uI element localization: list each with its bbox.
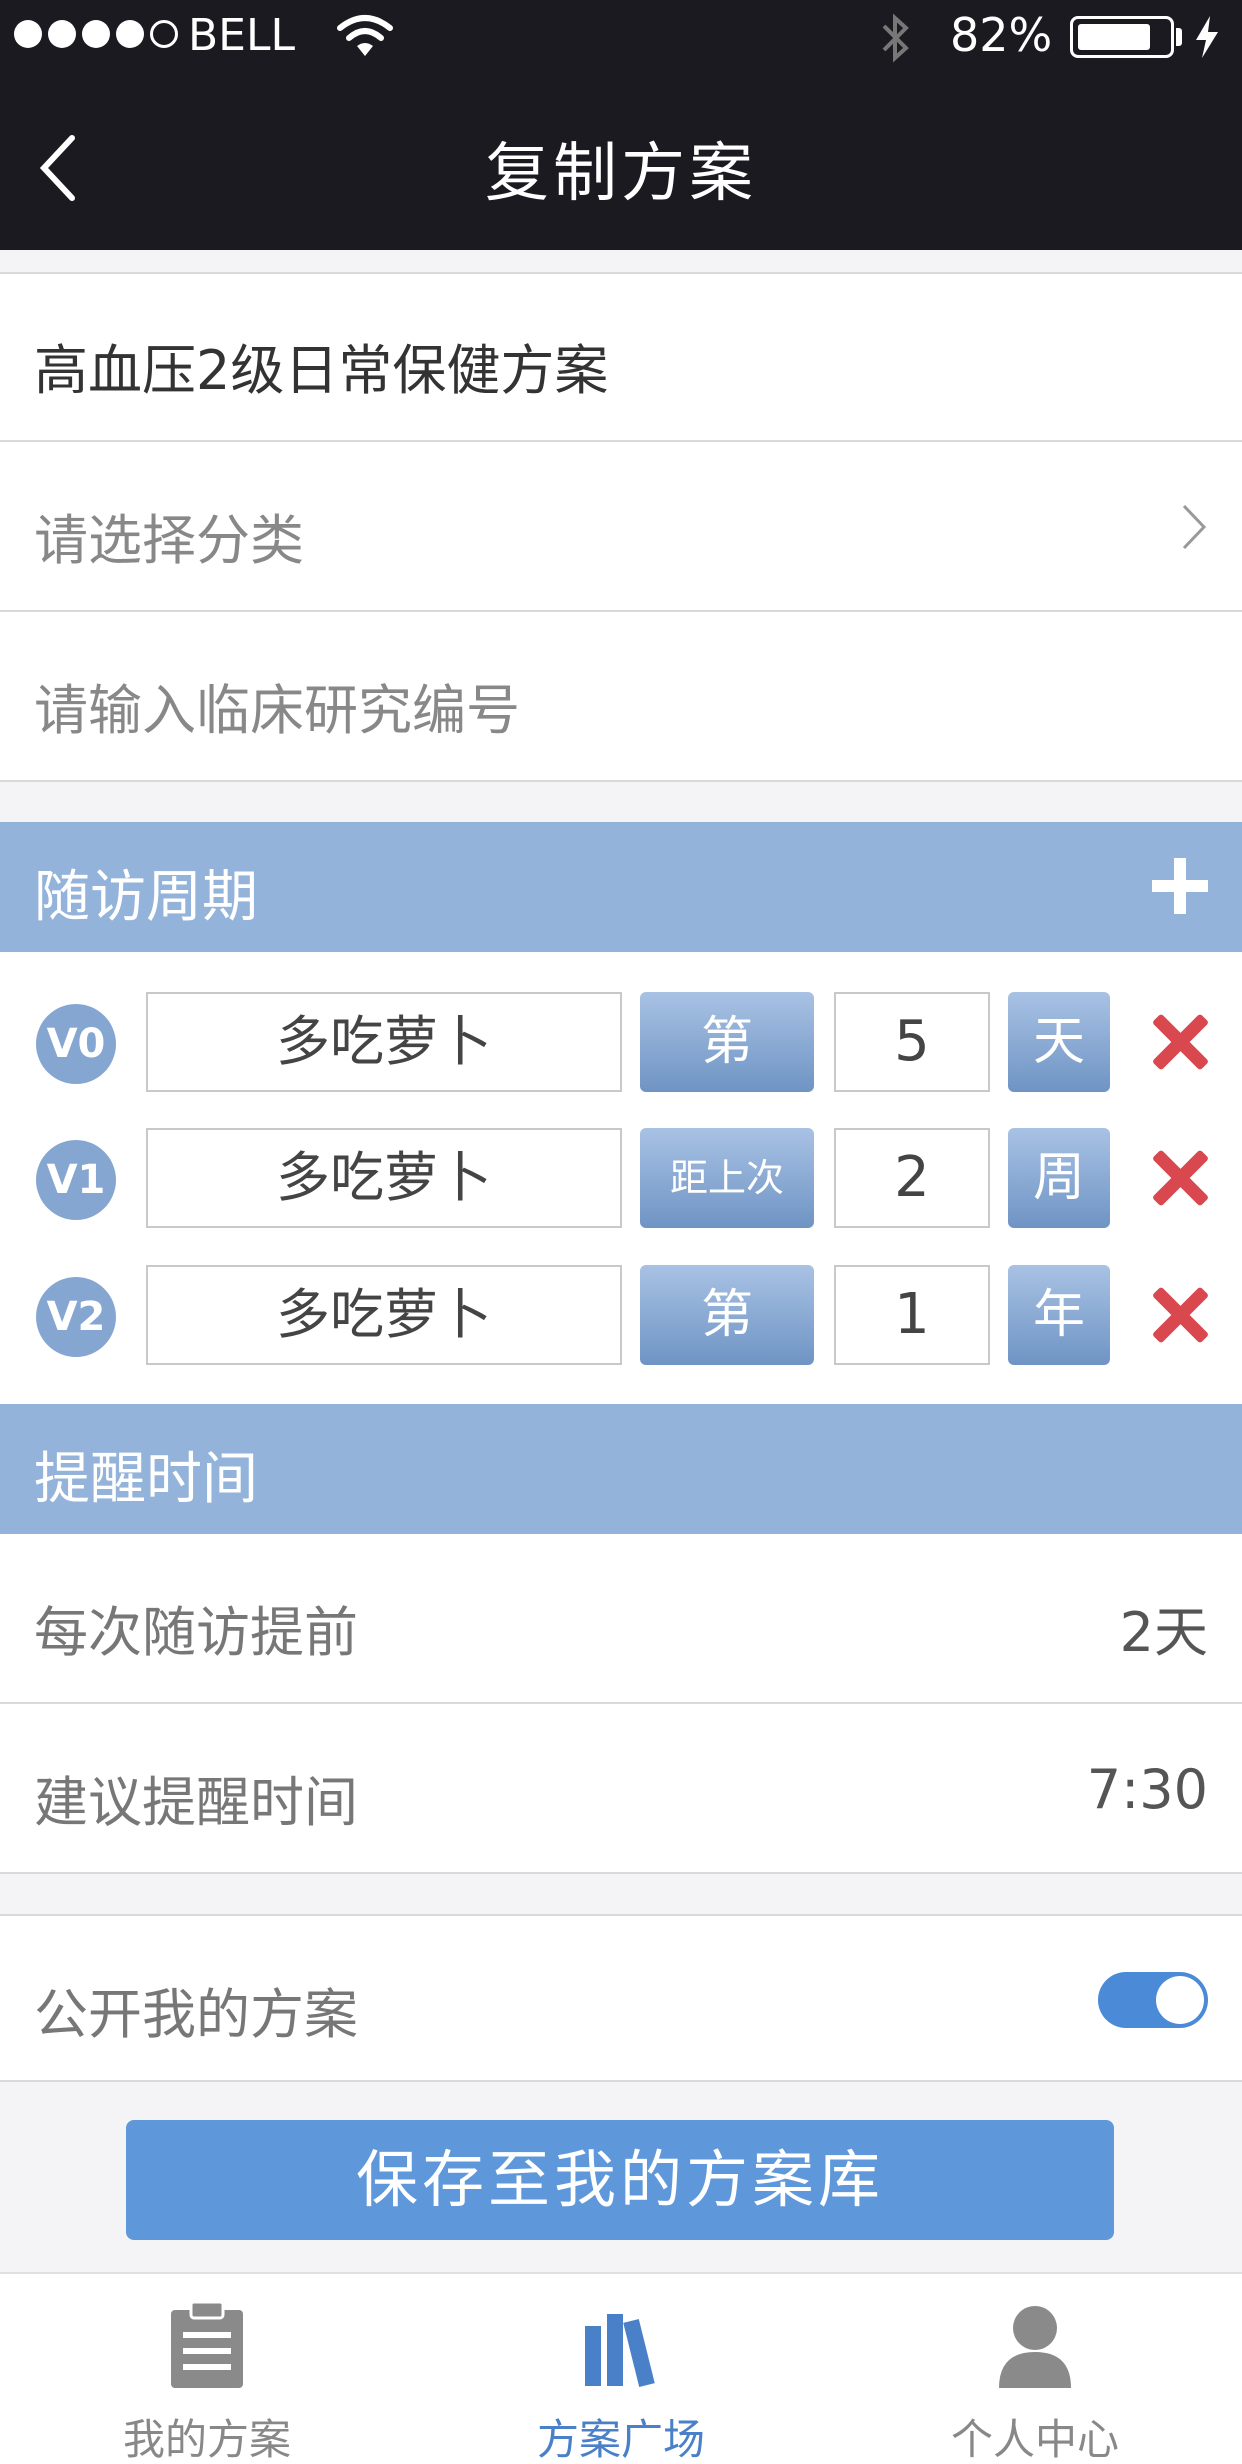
charging-bolt-icon (1196, 16, 1218, 58)
plan-name-field[interactable]: 高血压2级日常保健方案 (0, 272, 1242, 442)
category-placeholder: 请选择分类 (34, 509, 304, 572)
plan-name-value: 高血压2级日常保健方案 (34, 339, 609, 402)
public-plan-toggle[interactable] (1098, 1972, 1208, 2028)
visit-name-input[interactable]: 多吃萝卜 (146, 992, 622, 1092)
visit-unit-button[interactable]: 年 (1008, 1265, 1110, 1365)
tab-plan-square[interactable]: 方案广场 (414, 2274, 828, 2464)
visit-number-input[interactable]: 2 (834, 1128, 990, 1228)
tab-label: 我的方案 (122, 2415, 291, 2464)
clinical-id-placeholder: 请输入临床研究编号 (34, 679, 520, 742)
status-bar: BELL 82% (0, 0, 1242, 72)
visit-row: V2 多吃萝卜 第 1 年 (0, 1265, 1242, 1365)
signal-strength-icon (14, 20, 178, 48)
reminder-section-header: 提醒时间 (0, 1404, 1242, 1534)
tab-my-plans[interactable]: 我的方案 (0, 2274, 414, 2464)
visit-badge: V0 (36, 1004, 116, 1084)
reminder-time-value: 7:30 (1086, 1758, 1208, 1821)
visit-row: V0 多吃萝卜 第 5 天 (0, 992, 1242, 1092)
battery-percentage: 82% (950, 8, 1053, 62)
visit-mode-button[interactable]: 第 (640, 992, 814, 1092)
public-plan-label: 公开我的方案 (34, 1983, 358, 2046)
clipboard-icon (171, 2300, 243, 2388)
advance-reminder-row[interactable]: 每次随访提前 2天 (0, 1534, 1242, 1704)
visit-name-input[interactable]: 多吃萝卜 (146, 1128, 622, 1228)
tab-label: 方案广场 (536, 2415, 705, 2464)
visit-mode-button[interactable]: 距上次 (640, 1128, 814, 1228)
battery-level-fill (1078, 24, 1150, 50)
tab-bar: 我的方案 方案广场 个人中心 (0, 2272, 1242, 2464)
public-plan-row: 公开我的方案 (0, 1914, 1242, 2082)
followup-section-title: 随访周期 (34, 865, 258, 930)
battery-tip (1176, 28, 1182, 46)
visit-number-input[interactable]: 5 (834, 992, 990, 1092)
visit-unit-button[interactable]: 周 (1008, 1128, 1110, 1228)
visit-badge: V1 (36, 1140, 116, 1220)
delete-visit-icon[interactable] (1152, 1150, 1208, 1206)
add-visit-plus-icon[interactable] (1152, 858, 1208, 914)
battery-icon (1070, 16, 1174, 58)
advance-value: 2天 (1119, 1601, 1208, 1664)
person-icon (999, 2306, 1071, 2388)
chevron-right-icon (1182, 504, 1207, 550)
visit-badge: V2 (36, 1277, 116, 1357)
toggle-knob (1156, 1976, 1204, 2024)
visit-mode-button[interactable]: 第 (640, 1265, 814, 1365)
delete-visit-icon[interactable] (1152, 1287, 1208, 1343)
reminder-time-row[interactable]: 建议提醒时间 7:30 (0, 1704, 1242, 1874)
page-title: 复制方案 (485, 137, 757, 211)
visit-name-input[interactable]: 多吃萝卜 (146, 1265, 622, 1365)
category-selector[interactable]: 请选择分类 (0, 442, 1242, 612)
visit-number-input[interactable]: 1 (834, 1265, 990, 1365)
reminder-time-label: 建议提醒时间 (34, 1771, 358, 1834)
tab-profile[interactable]: 个人中心 (828, 2274, 1242, 2464)
visit-unit-button[interactable]: 天 (1008, 992, 1110, 1092)
visit-list: V0 多吃萝卜 第 5 天 V1 多吃萝卜 距上次 2 周 V2 多吃萝卜 第 … (0, 952, 1242, 1404)
reminder-section-title: 提醒时间 (34, 1447, 258, 1512)
top-bar: BELL 82% 复制方案 (0, 0, 1242, 250)
save-to-library-button[interactable]: 保存至我的方案库 (126, 2120, 1114, 2240)
followup-section-header: 随访周期 (0, 822, 1242, 952)
carrier-name: BELL (188, 10, 296, 61)
advance-label: 每次随访提前 (34, 1601, 358, 1664)
delete-visit-icon[interactable] (1152, 1014, 1208, 1070)
clinical-id-field[interactable]: 请输入临床研究编号 (0, 612, 1242, 782)
bluetooth-icon (882, 13, 909, 63)
visit-row: V1 多吃萝卜 距上次 2 周 (0, 1128, 1242, 1228)
tab-label: 个人中心 (950, 2415, 1119, 2464)
wifi-icon (337, 15, 393, 56)
books-icon (585, 2314, 655, 2387)
